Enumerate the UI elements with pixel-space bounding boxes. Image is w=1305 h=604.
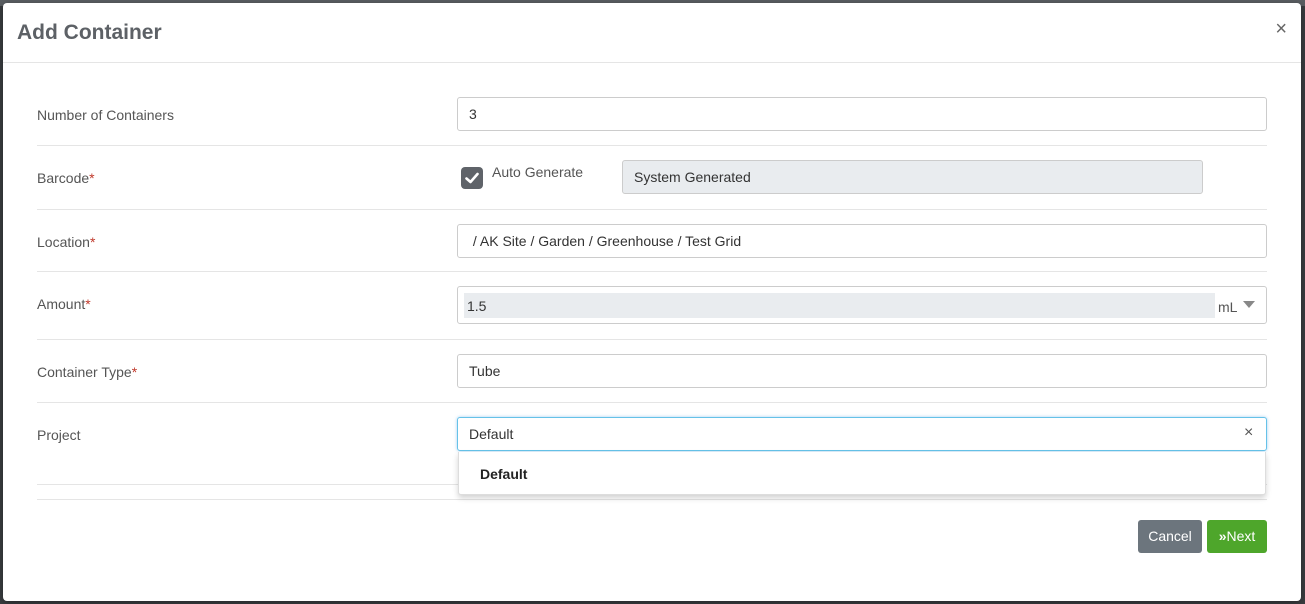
next-button-label: Next [1226,528,1256,544]
location-label: Location* [37,234,96,250]
auto-generate-label: Auto Generate [492,164,584,180]
project-label: Project [37,427,81,443]
divider [37,339,1267,340]
num-containers-label: Number of Containers [37,107,174,123]
amount-label: Amount* [37,296,91,312]
container-type-input[interactable]: Tube [457,354,1267,388]
barcode-label: Barcode* [37,170,95,186]
divider [37,402,1267,403]
checkmark-icon [465,172,479,184]
location-input[interactable]: / AK Site / Garden / Greenhouse / Test G… [457,224,1267,258]
barcode-input: System Generated [622,160,1203,194]
num-containers-input[interactable]: 3 [457,97,1267,131]
next-button[interactable]: »Next [1207,520,1267,553]
divider [37,145,1267,146]
divider [37,271,1267,272]
modal-header: Add Container × [3,3,1301,63]
cancel-button[interactable]: Cancel [1138,520,1202,553]
modal-title: Add Container [17,21,162,44]
unit-dropdown-caret-icon[interactable] [1243,301,1255,308]
clear-icon[interactable]: × [1244,424,1253,442]
close-icon[interactable]: × [1275,19,1287,39]
container-type-label: Container Type* [37,364,138,380]
amount-input[interactable]: 1.5 [464,293,1215,318]
divider [37,209,1267,210]
auto-generate-checkbox[interactable] [461,167,483,189]
project-dropdown: Default [458,452,1266,495]
project-input[interactable]: Default [457,417,1267,451]
add-container-modal: Add Container × Number of Containers 3 B… [3,3,1301,601]
project-option-default[interactable]: Default [480,466,527,482]
amount-unit: mL [1218,299,1238,315]
double-chevron-right-icon: » [1218,528,1227,544]
footer-divider [37,499,1267,500]
